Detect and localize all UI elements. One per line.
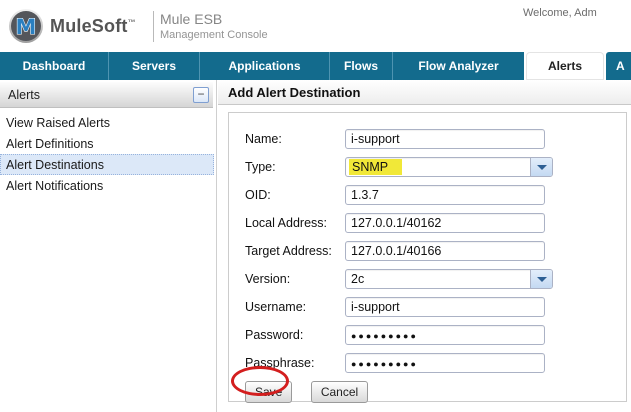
tab-dashboard[interactable]: Dashboard: [0, 52, 109, 80]
product-title: Mule ESB Management Console: [160, 11, 268, 41]
password-label: Password:: [245, 328, 304, 342]
name-field[interactable]: [345, 129, 545, 149]
type-select-dropdown-button[interactable]: [530, 158, 552, 176]
username-label: Username:: [245, 300, 307, 314]
local-address-label: Local Address:: [245, 216, 327, 230]
tab-partial[interactable]: A: [606, 52, 631, 80]
form-row: Username:: [245, 297, 626, 317]
version-select-value: 2c: [351, 272, 365, 286]
trademark: ™: [127, 18, 136, 27]
passphrase-label: Passphrase:: [245, 356, 315, 370]
form-row: Target Address:: [245, 241, 626, 261]
sidebar-item-alert-notifications[interactable]: Alert Notifications: [0, 175, 214, 196]
alerts-sidebar: Alerts − View Raised Alerts Alert Defini…: [0, 80, 214, 412]
sidebar-item-alert-destinations[interactable]: Alert Destinations: [0, 154, 214, 175]
save-button[interactable]: Save: [245, 381, 293, 403]
sidebar-title: Alerts: [8, 88, 40, 102]
version-label: Version:: [245, 272, 291, 286]
app-header: M MuleSoft™ Mule ESB Management Console …: [0, 0, 631, 52]
version-select[interactable]: 2c: [345, 269, 553, 289]
target-address-field[interactable]: [345, 241, 545, 261]
target-address-label: Target Address:: [245, 244, 332, 258]
type-label: Type:: [245, 160, 276, 174]
product-name: Mule ESB: [160, 11, 223, 27]
sidebar-item-view-raised-alerts[interactable]: View Raised Alerts: [0, 112, 214, 133]
product-subtitle: Management Console: [160, 29, 268, 41]
tab-alerts[interactable]: Alerts: [526, 52, 604, 80]
mulesoft-logo-icon: M: [9, 9, 43, 43]
chevron-down-icon: [537, 165, 547, 170]
form-row: Version: 2c: [245, 269, 626, 289]
sidebar-items: View Raised Alerts Alert Definitions Ale…: [0, 112, 214, 196]
form-buttons: Save Cancel: [245, 381, 626, 403]
alert-destination-form: Name: Type: SNMP OID: Local Address: Tar…: [228, 112, 627, 403]
page-title-bar: Add Alert Destination: [218, 80, 631, 105]
version-select-dropdown-button[interactable]: [530, 270, 552, 288]
oid-field[interactable]: [345, 185, 545, 205]
form-row: Local Address:: [245, 213, 626, 233]
passphrase-field[interactable]: [345, 353, 545, 373]
password-field[interactable]: [345, 325, 545, 345]
collapse-panel-button[interactable]: −: [193, 87, 209, 103]
svg-text:M: M: [16, 15, 37, 39]
name-label: Name:: [245, 132, 282, 146]
main-content: Add Alert Destination Name: Type: SNMP O…: [218, 80, 631, 412]
tab-flow-analyzer[interactable]: Flow Analyzer: [393, 52, 524, 80]
form-row: Type: SNMP: [245, 157, 626, 177]
type-select[interactable]: SNMP: [345, 157, 553, 177]
cancel-button[interactable]: Cancel: [310, 381, 369, 403]
chevron-down-icon: [537, 277, 547, 282]
form-row: Password:: [245, 325, 626, 345]
oid-label: OID:: [245, 188, 271, 202]
username-field[interactable]: [345, 297, 545, 317]
page-title: Add Alert Destination: [228, 85, 361, 100]
tab-applications[interactable]: Applications: [200, 52, 330, 80]
brand-divider: [153, 11, 154, 42]
main-nav: Dashboard Servers Applications Flows Flo…: [0, 52, 631, 80]
sidebar-item-alert-definitions[interactable]: Alert Definitions: [0, 133, 214, 154]
tab-flows[interactable]: Flows: [330, 52, 393, 80]
brand-name: MuleSoft™: [50, 16, 136, 36]
form-row: Name:: [245, 129, 626, 149]
form-row: Passphrase:: [245, 353, 626, 373]
local-address-field[interactable]: [345, 213, 545, 233]
form-row: OID:: [245, 185, 626, 205]
type-select-value: SNMP: [349, 159, 403, 175]
tab-servers[interactable]: Servers: [109, 52, 200, 80]
welcome-text: Welcome, Adm: [523, 7, 597, 19]
sidebar-header: Alerts −: [0, 82, 213, 108]
content-divider: [216, 80, 217, 412]
